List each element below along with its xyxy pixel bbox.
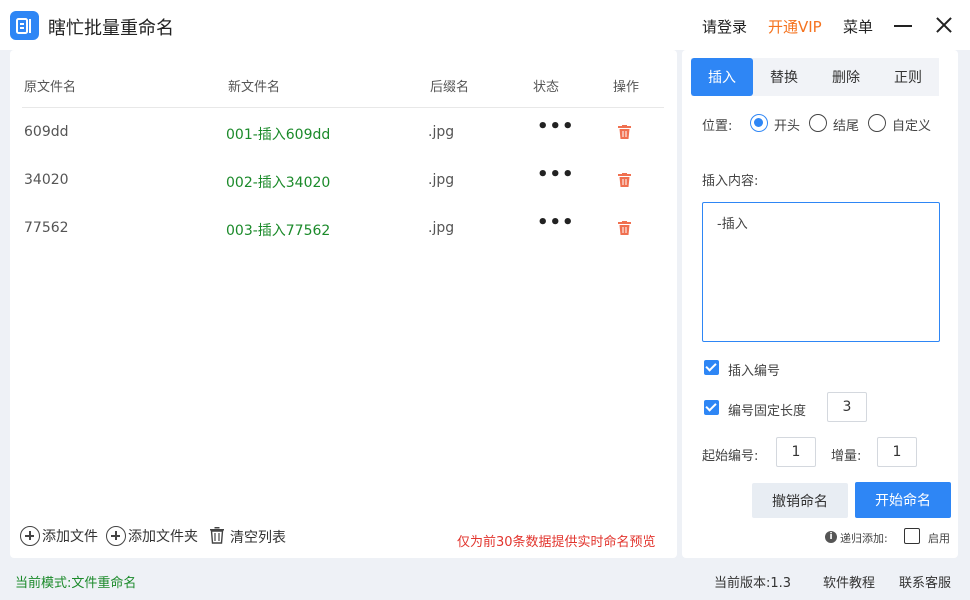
recursive-enable-checkbox[interactable] — [904, 528, 920, 544]
add-folder-button[interactable]: 添加文件夹 — [106, 526, 198, 546]
add-circle-icon — [106, 526, 126, 546]
extension: .jpg — [428, 172, 455, 188]
close-icon[interactable] — [933, 14, 955, 36]
fixed-length-label: 编号固定长度 — [728, 404, 807, 419]
clear-list-button[interactable]: 清空列表 — [208, 526, 286, 548]
original-name: 34020 — [24, 172, 69, 188]
increment-input[interactable]: 1 — [877, 437, 917, 467]
column-header-extension: 后缀名 — [430, 80, 470, 95]
preview-note: 仅为前30条数据提供实时命名预览 — [457, 535, 656, 550]
radio-end-label: 结尾 — [833, 119, 860, 134]
fixed-length-input[interactable]: 3 — [827, 392, 867, 422]
start-number-label: 起始编号: — [702, 449, 759, 464]
enable-label: 启用 — [928, 532, 950, 545]
menu-button[interactable]: 菜单 — [843, 16, 873, 37]
position-label: 位置: — [702, 119, 733, 134]
column-header-status: 状态 — [533, 80, 560, 95]
extension: .jpg — [428, 220, 455, 236]
tutorial-link[interactable]: 软件教程 — [823, 572, 875, 591]
add-circle-icon — [20, 526, 40, 546]
insert-number-label: 插入编号 — [728, 364, 781, 379]
status-more-icon[interactable]: ••• — [537, 164, 575, 185]
info-icon: i — [825, 531, 837, 543]
radio-custom-label: 自定义 — [892, 119, 932, 134]
insert-number-checkbox[interactable] — [704, 360, 719, 375]
delete-icon[interactable] — [618, 173, 631, 191]
extension: .jpg — [428, 124, 455, 140]
table-row[interactable]: 34020 002-插入34020 .jpg ••• — [22, 157, 664, 205]
clear-list-label: 清空列表 — [230, 530, 286, 546]
add-file-button[interactable]: 添加文件 — [20, 526, 98, 546]
tab-replace[interactable]: 替换 — [753, 58, 815, 96]
status-more-icon[interactable]: ••• — [537, 116, 575, 137]
support-link[interactable]: 联系客服 — [899, 572, 951, 591]
increment-label: 增量: — [831, 449, 862, 464]
radio-start[interactable] — [750, 114, 768, 132]
undo-rename-button[interactable]: 撤销命名 — [752, 483, 848, 518]
file-list-panel: 原文件名 新文件名 后缀名 状态 操作 609dd 001-插入609dd .j… — [10, 50, 677, 558]
add-folder-label: 添加文件夹 — [128, 529, 198, 545]
tab-delete[interactable]: 删除 — [815, 58, 877, 96]
insert-content-label: 插入内容: — [702, 174, 759, 189]
column-header-actions: 操作 — [613, 80, 640, 95]
table-row[interactable]: 77562 003-插入77562 .jpg ••• — [22, 205, 664, 253]
login-link[interactable]: 请登录 — [702, 16, 747, 37]
minimize-icon[interactable] — [892, 14, 914, 36]
table-header: 原文件名 新文件名 后缀名 状态 操作 — [22, 66, 664, 108]
fixed-length-checkbox[interactable] — [704, 400, 719, 415]
start-rename-button[interactable]: 开始命名 — [855, 482, 951, 518]
current-version: 当前版本:1.3 — [714, 576, 792, 591]
delete-icon[interactable] — [618, 221, 631, 239]
tab-insert[interactable]: 插入 — [691, 58, 753, 96]
vip-link[interactable]: 开通VIP — [768, 16, 822, 37]
radio-custom[interactable] — [868, 114, 886, 132]
tab-regex[interactable]: 正则 — [877, 58, 939, 96]
title-bar: 瞎忙批量重命名 请登录 开通VIP 菜单 — [0, 0, 970, 50]
tab-bar: 插入 替换 删除 正则 — [691, 58, 939, 96]
status-more-icon[interactable]: ••• — [537, 212, 575, 233]
trash-icon — [208, 526, 226, 548]
column-header-new-name: 新文件名 — [228, 80, 281, 95]
start-number-input[interactable]: 1 — [776, 437, 816, 467]
add-file-label: 添加文件 — [42, 529, 98, 545]
table-row[interactable]: 609dd 001-插入609dd .jpg ••• — [22, 109, 664, 157]
new-name: 003-插入77562 — [226, 223, 331, 239]
original-name: 609dd — [24, 124, 69, 140]
options-panel: 插入 替换 删除 正则 位置: 开头 结尾 自定义 插入内容: -插入 插入编号… — [682, 50, 958, 558]
original-name: 77562 — [24, 220, 69, 236]
current-mode: 当前模式:文件重命名 — [15, 576, 137, 591]
delete-icon[interactable] — [618, 125, 631, 143]
column-header-original: 原文件名 — [24, 80, 77, 95]
recursive-add-label: 递归添加: — [840, 532, 888, 545]
app-title: 瞎忙批量重命名 — [48, 18, 174, 39]
new-name: 001-插入609dd — [226, 127, 331, 143]
app-logo-icon — [10, 11, 39, 40]
new-name: 002-插入34020 — [226, 175, 331, 191]
radio-end[interactable] — [809, 114, 827, 132]
insert-content-textarea[interactable]: -插入 — [702, 202, 940, 342]
radio-start-label: 开头 — [774, 119, 801, 134]
